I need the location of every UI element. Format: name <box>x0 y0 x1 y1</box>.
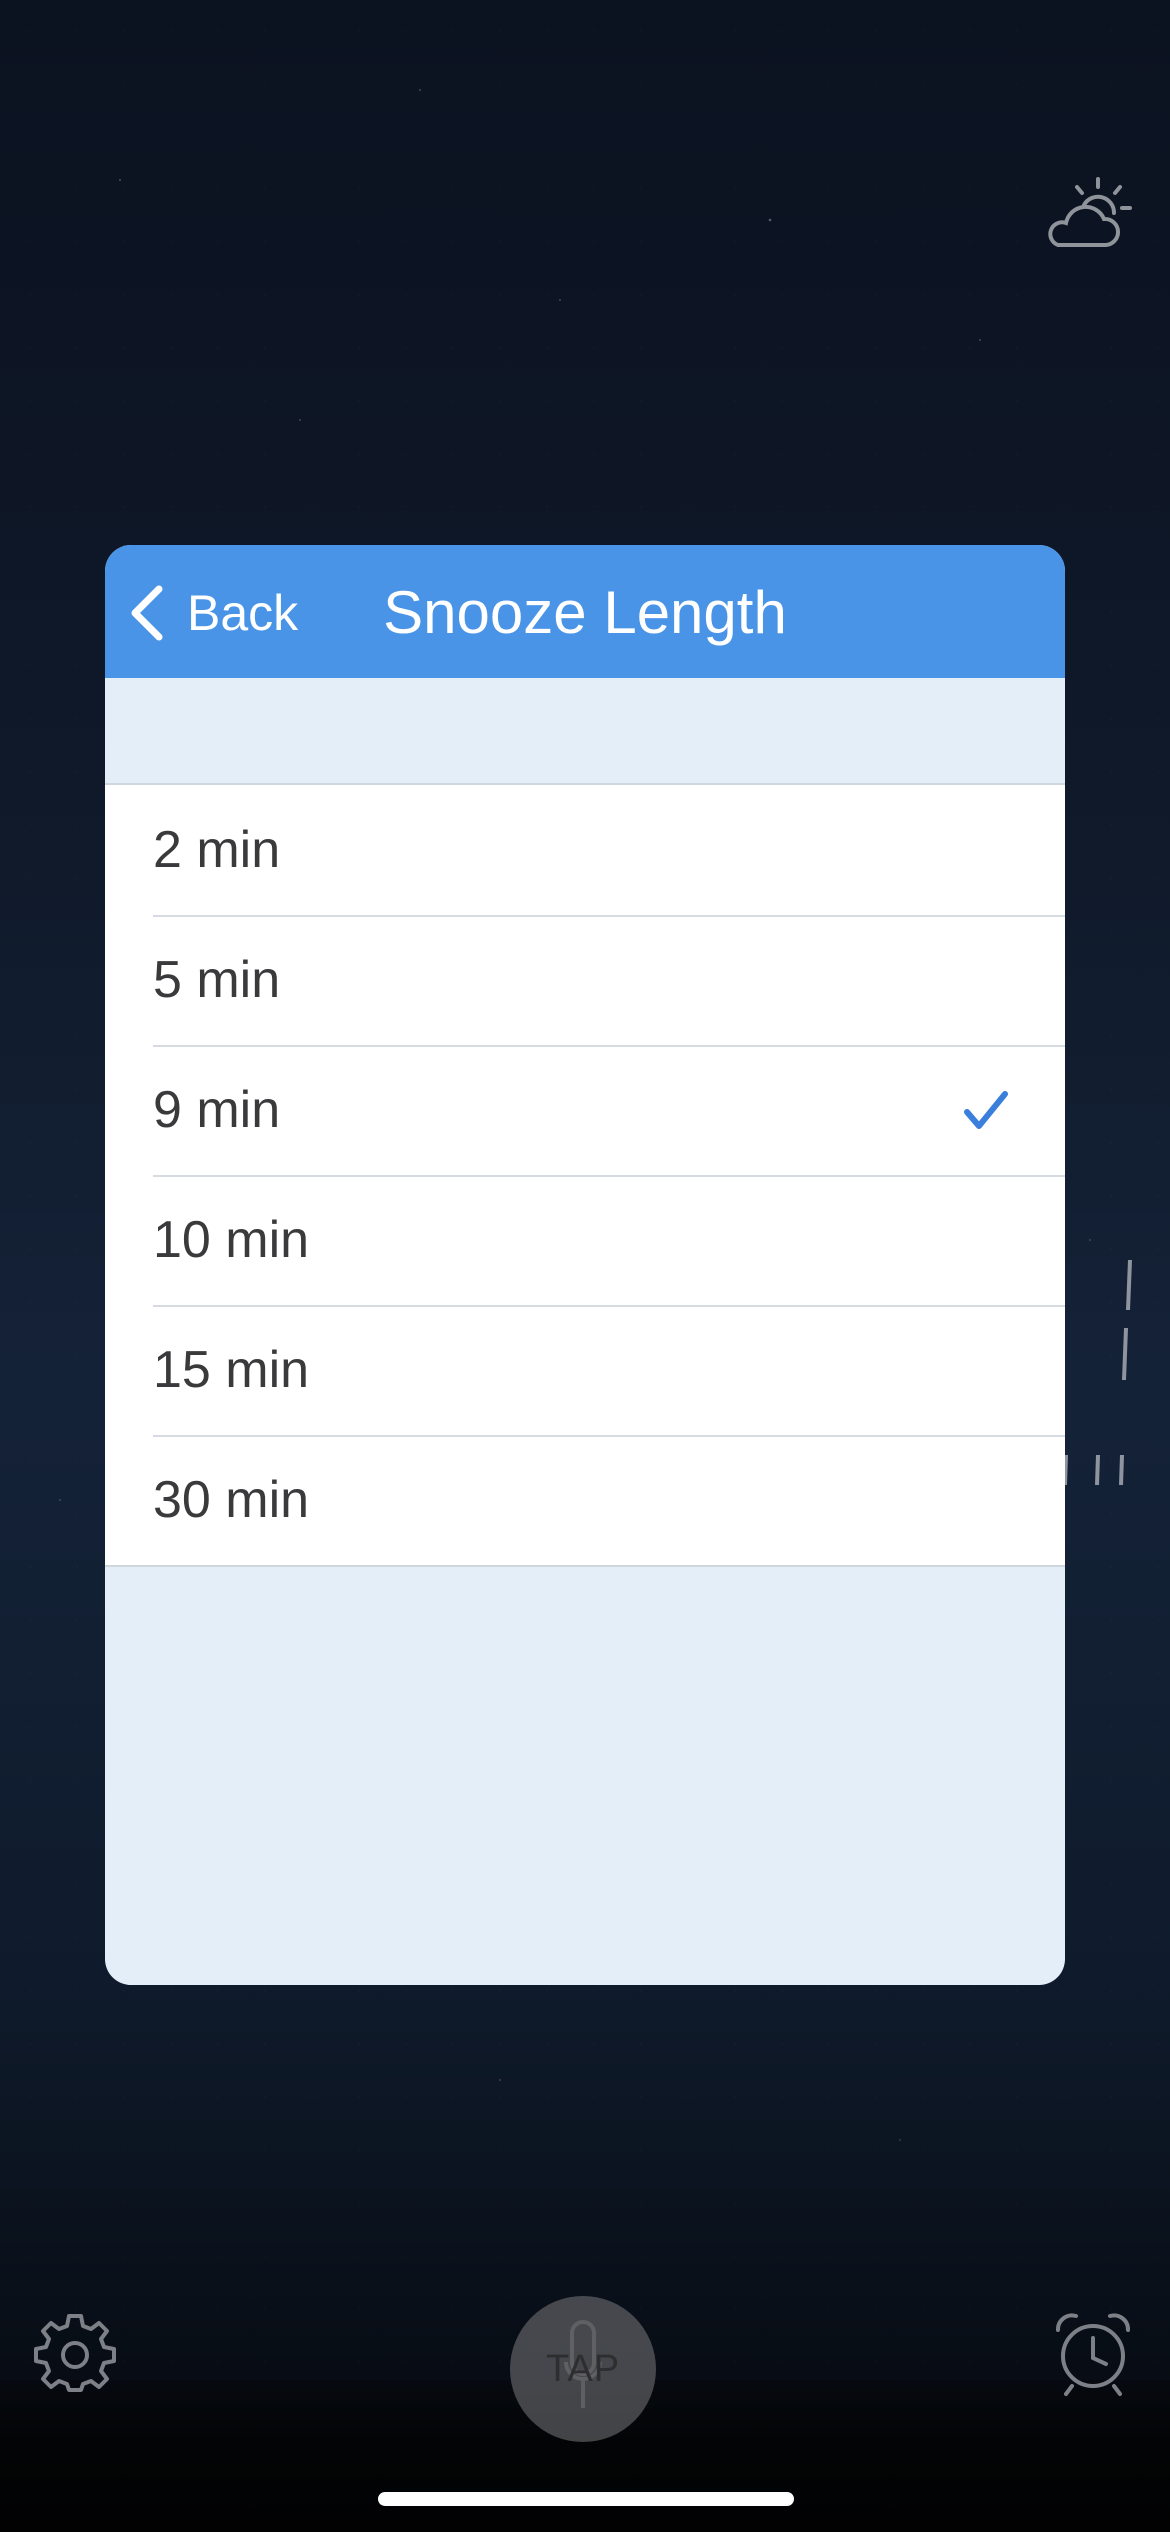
option-label: 15 min <box>153 1341 310 1399</box>
option-30-min[interactable]: 30 min <box>105 1435 1065 1565</box>
option-label: 30 min <box>153 1471 310 1529</box>
home-indicator[interactable] <box>378 2492 794 2506</box>
back-button[interactable]: Back <box>127 575 312 651</box>
option-10-min[interactable]: 10 min <box>105 1175 1065 1305</box>
option-15-min[interactable]: 15 min <box>105 1305 1065 1435</box>
option-label: 5 min <box>153 951 281 1009</box>
dialog-header: Back Snooze Length <box>105 545 1065 678</box>
tap-label: TAP <box>545 2347 621 2390</box>
option-2-min[interactable]: 2 min <box>105 785 1065 915</box>
option-label: 10 min <box>153 1211 310 1269</box>
partial-clock-digit <box>1063 1260 1132 1485</box>
back-label: Back <box>187 585 299 641</box>
alarm-clock-icon[interactable] <box>1052 2310 1134 2396</box>
option-label: 9 min <box>153 1081 281 1139</box>
tap-voice-button[interactable]: TAP <box>510 2296 656 2442</box>
partly-cloudy-icon[interactable] <box>1040 175 1140 255</box>
option-5-min[interactable]: 5 min <box>105 915 1065 1045</box>
snooze-options-list: 2 min 5 min 9 min 10 min 15 min 30 min <box>105 783 1065 1567</box>
option-9-min[interactable]: 9 min <box>105 1045 1065 1175</box>
snooze-length-dialog: Back Snooze Length 2 min 5 min 9 min 10 … <box>105 545 1065 1985</box>
option-label: 2 min <box>153 821 281 879</box>
chevron-left-icon <box>131 585 163 641</box>
checkmark-icon <box>964 1091 1008 1129</box>
gear-icon[interactable] <box>34 2314 116 2396</box>
